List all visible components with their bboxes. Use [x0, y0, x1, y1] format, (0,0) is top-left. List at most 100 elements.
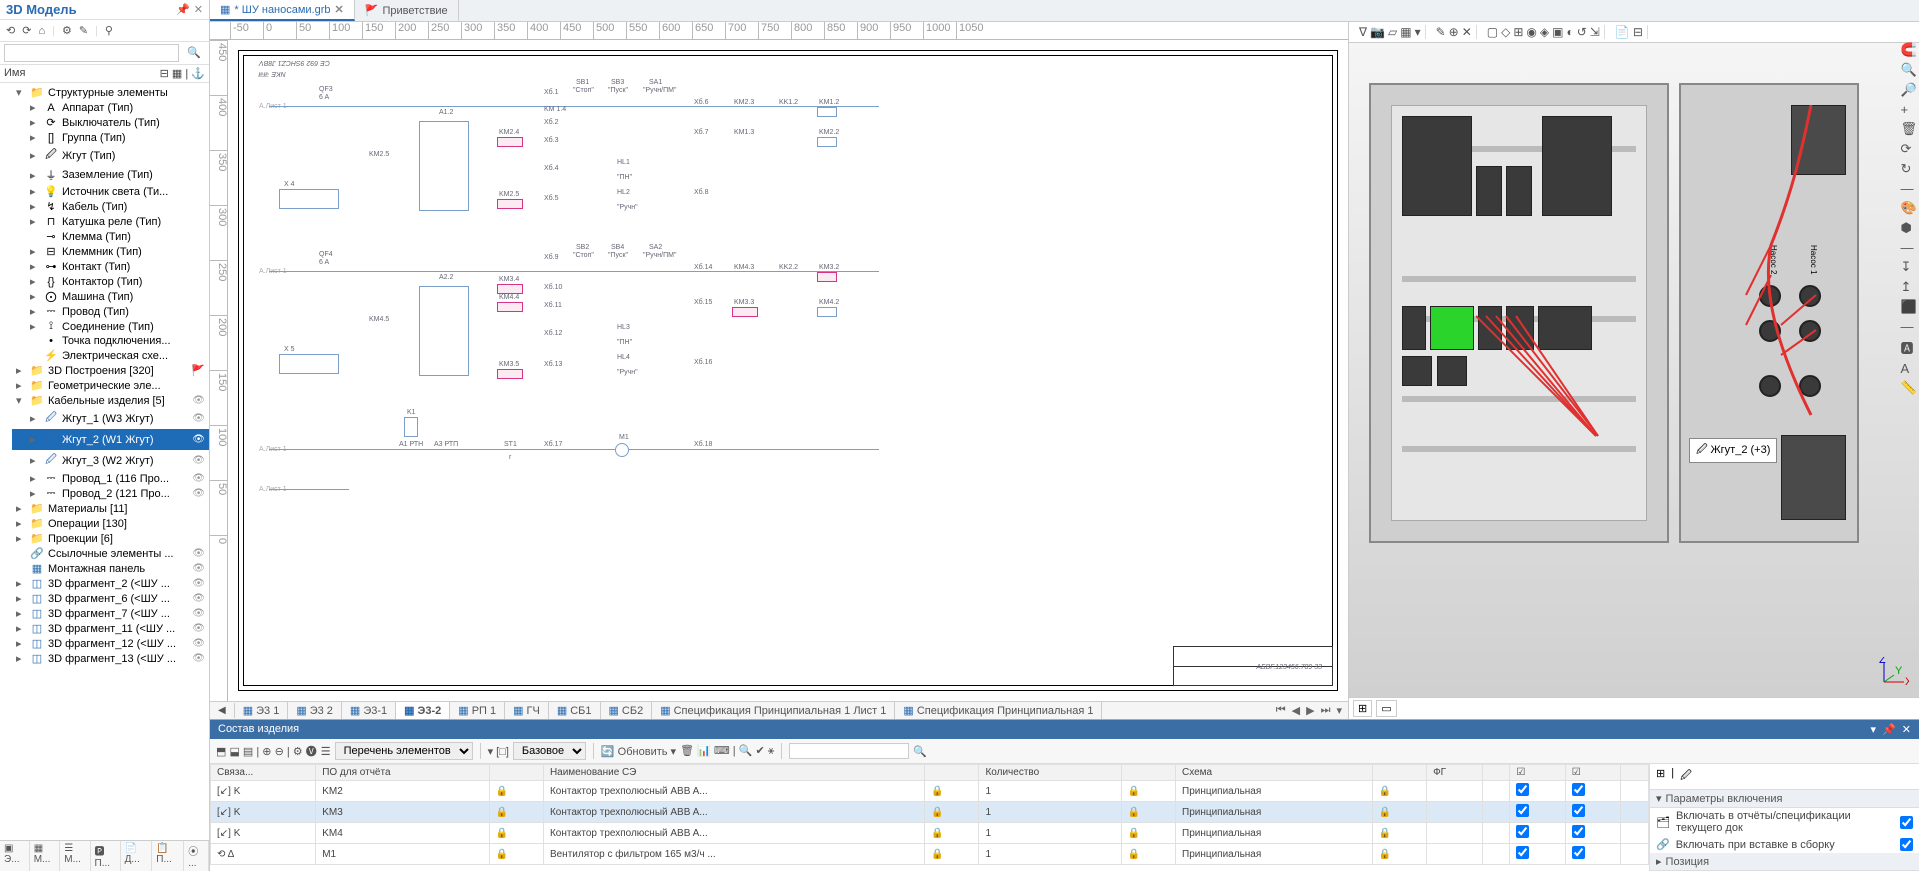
- 3d-side-button[interactable]: 🗑: [1900, 121, 1917, 137]
- tree-twisty[interactable]: ▸: [30, 149, 40, 162]
- column-header[interactable]: Количество: [979, 765, 1121, 781]
- tree-twisty[interactable]: ▸: [30, 433, 40, 446]
- toolbar-button[interactable]: ⟳: [20, 22, 33, 39]
- tree-item[interactable]: ▸◫3D фрагмент_7 (<ШУ ...👁: [12, 606, 209, 621]
- 3d-tool-button[interactable]: ✕: [1462, 25, 1472, 39]
- toolbar-button[interactable]: ⌂: [36, 23, 47, 39]
- tree-item[interactable]: ▸📁Материалы [11]: [12, 501, 209, 516]
- tree-item[interactable]: ▸⏚Заземление (Тип): [12, 166, 209, 184]
- tree-item[interactable]: ▸📁Проекции [6]: [12, 531, 209, 546]
- 3d-viewport[interactable]: Насос 2 Насос 1: [1349, 43, 1919, 697]
- tree-twisty[interactable]: ▸: [30, 200, 40, 213]
- tree-twisty[interactable]: ▸: [16, 502, 26, 515]
- column-header[interactable]: [1621, 765, 1649, 781]
- visibility-icon[interactable]: 👁: [192, 563, 205, 574]
- column-header[interactable]: [489, 765, 543, 781]
- tree-item[interactable]: ▸◫3D фрагмент_6 (<ШУ ...👁: [12, 591, 209, 606]
- 3d-side-button[interactable]: —: [1900, 240, 1917, 255]
- tree-item[interactable]: ▸📁Геометрические эле...: [12, 378, 209, 393]
- 3d-tool-button[interactable]: ◉: [1526, 25, 1536, 39]
- tree-item[interactable]: ⊸Клемма (Тип): [12, 229, 209, 244]
- 3d-tool-button[interactable]: ▦: [1400, 25, 1411, 39]
- col-options-icon[interactable]: ⊟ ▦ | ⚓: [160, 67, 205, 80]
- toolbar-button[interactable]: ⚲: [103, 22, 115, 39]
- chevron-right-icon[interactable]: ▸: [1656, 855, 1662, 868]
- 3d-tool-button[interactable]: ⇲: [1590, 25, 1600, 39]
- 3d-tool-button[interactable]: ∇: [1359, 25, 1367, 39]
- tree-twisty[interactable]: ▸: [30, 472, 40, 485]
- visibility-icon[interactable]: 👁: [192, 593, 205, 604]
- tree-item[interactable]: ▸⎓Провод_2 (121 Про...👁: [12, 486, 209, 501]
- column-header[interactable]: [925, 765, 979, 781]
- sheet-nav-button[interactable]: ⏮: [1274, 704, 1288, 717]
- tree-item[interactable]: ▸◫3D фрагмент_13 (<ШУ ...👁: [12, 651, 209, 666]
- tree-item[interactable]: ⚡Электрическая схе...: [12, 348, 209, 363]
- 3d-tool-button[interactable]: ◇: [1501, 25, 1510, 39]
- tree-item[interactable]: ▸⊟Клеммник (Тип): [12, 244, 209, 259]
- toolbar-button[interactable]: ⚙: [293, 746, 306, 758]
- 3d-tool-button[interactable]: ✎: [1436, 25, 1446, 39]
- visibility-icon[interactable]: 👁: [192, 638, 205, 649]
- tree-item[interactable]: ▸⟟Соединение (Тип): [12, 319, 209, 334]
- tree-twisty[interactable]: ▸: [30, 454, 40, 467]
- 3d-tool-button[interactable]: ⊞: [1513, 25, 1523, 39]
- 3d-tool-button[interactable]: ◈: [1540, 25, 1549, 39]
- tree-item[interactable]: ▸💡Источник света (Ти...: [12, 184, 209, 199]
- tree-item[interactable]: ▸⎓Провод_1 (116 Про...👁: [12, 471, 209, 486]
- sheet-tab[interactable]: ▦Э3-1: [342, 702, 396, 719]
- toolbar-button[interactable]: 🗑: [680, 745, 694, 757]
- row-checkbox[interactable]: [1572, 846, 1585, 859]
- table-row[interactable]: [↙] KKM2🔒Контактор трехполюсный ABB A...…: [211, 781, 1649, 802]
- panel-control-icon[interactable]: ▾: [1871, 723, 1877, 736]
- 3d-tool-button[interactable]: ▱: [1388, 25, 1397, 39]
- tree-item[interactable]: ▸📁3D Построения [320]🚩: [12, 363, 209, 378]
- viewport-layout-button[interactable]: ▭: [1376, 700, 1396, 717]
- toolbar-button[interactable]: ⬓: [229, 746, 242, 758]
- base-select[interactable]: Базовое: [513, 742, 586, 760]
- 3d-side-button[interactable]: 🅰: [1900, 338, 1917, 357]
- sheet-tab[interactable]: ▦ГЧ: [505, 702, 549, 719]
- refresh-button[interactable]: 🔄 Обновить ▾: [601, 745, 676, 758]
- sheet-tab[interactable]: ▦Э3-2: [396, 702, 450, 719]
- props-toolbar-button[interactable]: |: [1671, 767, 1674, 786]
- tree-item[interactable]: ▸⊓Катушка реле (Тип): [12, 214, 209, 229]
- column-header[interactable]: Наименование СЭ: [543, 765, 924, 781]
- tree-twisty[interactable]: ▸: [16, 532, 26, 545]
- row-checkbox[interactable]: [1516, 804, 1529, 817]
- file-tab[interactable]: ▦* ШУ наносами.grb✕: [210, 0, 355, 21]
- sheet-tab[interactable]: ▦Э3 1: [235, 702, 289, 719]
- tree-twisty[interactable]: ▸: [30, 320, 40, 333]
- 3d-tool-button[interactable]: 📷: [1370, 25, 1385, 39]
- tree-item[interactable]: ▸{}Контактор (Тип): [12, 274, 209, 289]
- tree-twisty[interactable]: ▸: [16, 364, 26, 377]
- tree-twisty[interactable]: ▸: [16, 379, 26, 392]
- column-header[interactable]: ФГ: [1427, 765, 1483, 781]
- composition-search-input[interactable]: [789, 743, 909, 759]
- visibility-icon[interactable]: 👁: [192, 455, 205, 466]
- sheet-nav-button[interactable]: ⏭: [1319, 704, 1333, 717]
- visibility-icon[interactable]: 👁: [192, 608, 205, 619]
- 3d-tool-button[interactable]: ⊕: [1449, 25, 1459, 39]
- visibility-icon[interactable]: 👁: [192, 473, 205, 484]
- tree-item[interactable]: ▸📁Операции [130]: [12, 516, 209, 531]
- list-type-select[interactable]: Перечень элементов: [335, 742, 473, 760]
- toolbar-button[interactable]: ⚹: [765, 745, 775, 757]
- toolbar-button[interactable]: ⚙: [60, 22, 74, 39]
- visibility-icon[interactable]: 👁: [192, 578, 205, 589]
- props-toolbar-button[interactable]: ⊞: [1656, 767, 1665, 786]
- visibility-icon[interactable]: 👁: [192, 434, 205, 445]
- tree-item[interactable]: ▸ААппарат (Тип): [12, 100, 209, 115]
- column-header[interactable]: [1372, 765, 1426, 781]
- panel-tab[interactable]: 📋 П...: [152, 841, 184, 871]
- 3d-side-button[interactable]: ↥: [1900, 279, 1917, 295]
- sheet-nav-button[interactable]: ▶: [1304, 704, 1316, 717]
- 3d-side-button[interactable]: 🎨: [1900, 200, 1917, 216]
- sheet-tab[interactable]: ▦СБ1: [549, 702, 601, 719]
- toolbar-button[interactable]: 🅥: [306, 746, 317, 758]
- tree-item[interactable]: ▸◫3D фрагмент_11 (<ШУ ...👁: [12, 621, 209, 636]
- 3d-tool-button[interactable]: ↺: [1577, 25, 1587, 39]
- tree-item[interactable]: ▸🖉Жгут_3 (W2 Жгут)👁: [12, 450, 209, 471]
- table-row[interactable]: [↙] KKM3🔒Контактор трехполюсный ABB A...…: [211, 802, 1649, 823]
- row-checkbox[interactable]: [1572, 825, 1585, 838]
- row-checkbox[interactable]: [1572, 783, 1585, 796]
